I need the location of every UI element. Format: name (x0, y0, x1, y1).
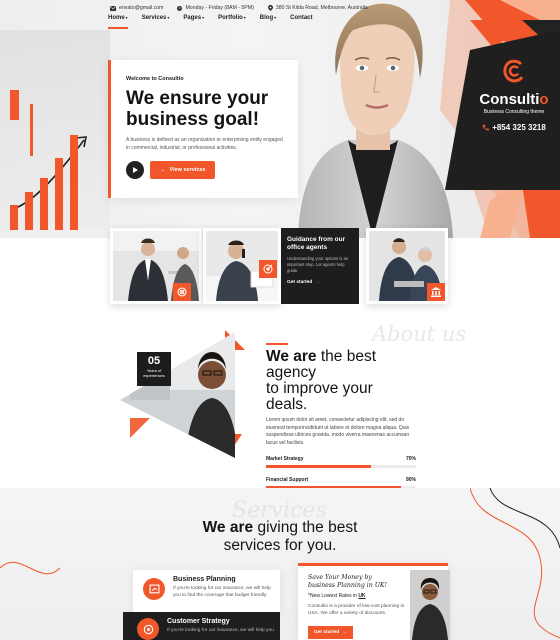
experience-label: Years of experiences (143, 368, 165, 378)
hero-card: Welcome to Consultio We ensure your busin… (108, 60, 298, 198)
arrow-right-icon: → (342, 630, 348, 635)
progress-track (266, 465, 416, 468)
play-icon (133, 167, 138, 173)
arrow-right-icon: → (315, 280, 321, 285)
feature-card-team[interactable] (366, 228, 448, 304)
chevron-down-icon: ▾ (243, 15, 246, 20)
chevron-down-icon: ▾ (125, 15, 128, 20)
hero-actions: → View services (126, 161, 298, 179)
nav-item-blog[interactable]: Blog▾ (260, 15, 276, 26)
promo-title: Save Your Money by business Planning in … (308, 574, 388, 589)
brand-phone[interactable]: +854 325 3218 (468, 123, 560, 132)
about-heading: We are the best agency to improve your de… (266, 348, 377, 413)
chevron-down-icon: ▾ (274, 15, 277, 20)
bank-icon (427, 283, 445, 301)
skill-value: 70% (405, 456, 416, 462)
progress-fill (266, 465, 371, 468)
feature-get-started-link[interactable]: Get started → (287, 280, 353, 285)
promo-body: Consultio is a provider of low-cost plan… (308, 604, 405, 616)
brand-tagline: Business Consulting theme (483, 109, 545, 115)
strategy-icon (137, 618, 159, 640)
about-body: Lorem ipsum dolor sit amet, consectetur … (266, 417, 410, 446)
location-pin-icon (267, 5, 273, 11)
mail-icon (110, 5, 116, 11)
chevron-down-icon: ▾ (202, 15, 205, 20)
about-section: We are the best agency to improve your de… (266, 343, 416, 489)
nav-item-home[interactable]: Home▾ (108, 15, 128, 29)
planning-icon (143, 578, 165, 600)
orange-bar-accent (30, 104, 33, 156)
feature-body: Understanding your options is an importa… (287, 256, 349, 273)
skill-value: 90% (405, 477, 416, 483)
main-nav: Home▾ Services▾ Pages▾ Portfolio▾ Blog▾ … (108, 15, 313, 29)
topbar-hours: Monday - Friday (8AM - 5PM) (177, 5, 254, 11)
about-triangle-image (120, 330, 245, 458)
feature-title: Guidance from our office agents (287, 236, 346, 251)
skill-label: Financial Support (266, 477, 309, 483)
experience-badge: 05 Years of experiences (137, 352, 171, 386)
brand-block: Consultio Business Consulting theme +854… (468, 58, 560, 132)
service-card-business-planning[interactable]: Business Planning If you're looking for … (133, 570, 280, 612)
nav-item-contact[interactable]: Contact (290, 15, 312, 26)
topbar-address: 380 St Kilda Road, Melbourne, Australia (267, 5, 368, 11)
skill-label: Market Strategy (266, 456, 304, 462)
service-title: Customer Strategy (167, 618, 230, 625)
feature-card-phone[interactable] (203, 228, 281, 304)
orange-bars-illustration (10, 135, 78, 230)
play-video-button[interactable] (126, 161, 144, 179)
top-contact-bar: envato@gmail.com Monday - Friday (8AM - … (110, 2, 368, 14)
brand-name: Consultio (479, 91, 549, 108)
phone-icon (482, 124, 490, 131)
decorative-curve (470, 488, 560, 639)
feature-card-meeting[interactable] (110, 228, 202, 304)
service-card-customer-strategy[interactable]: Customer Strategy If you're looking for … (123, 612, 280, 640)
arrow-right-icon: → (160, 167, 166, 173)
nav-item-services[interactable]: Services▾ (142, 15, 170, 26)
target-icon (259, 260, 277, 278)
service-title: Business Planning (173, 576, 236, 583)
hero-heading: We ensure your business goal! (126, 88, 269, 130)
service-body: If you're looking for car insurance, we … (167, 628, 274, 633)
hero-welcome: Welcome to Consultio (126, 76, 184, 82)
topbar-email[interactable]: envato@gmail.com (110, 5, 163, 11)
promo-get-started-button[interactable]: Get started → (308, 626, 354, 639)
skill-market-strategy: Market Strategy 70% (266, 456, 416, 468)
support-icon (173, 283, 191, 301)
promo-person-image (410, 570, 450, 640)
accent-line (266, 343, 288, 345)
services-title: We are giving the best services for you. (202, 519, 358, 554)
chevron-down-icon: ▾ (167, 15, 170, 20)
consultio-logo-icon (503, 59, 524, 83)
hero-body: A business is defined as an organization… (126, 137, 283, 151)
decorative-curve-left (0, 561, 60, 575)
service-body: If you're looking for car insurance, we … (173, 586, 271, 598)
nav-item-portfolio[interactable]: Portfolio▾ (218, 15, 246, 26)
view-services-button[interactable]: → View services (150, 161, 216, 179)
clock-icon (177, 5, 183, 11)
feature-card-guidance: Guidance from our office agents Understa… (281, 228, 359, 304)
hero-section: Consultio Business Consulting theme +854… (0, 0, 560, 238)
experience-years: 05 (147, 355, 161, 367)
nav-item-pages[interactable]: Pages▾ (183, 15, 204, 26)
